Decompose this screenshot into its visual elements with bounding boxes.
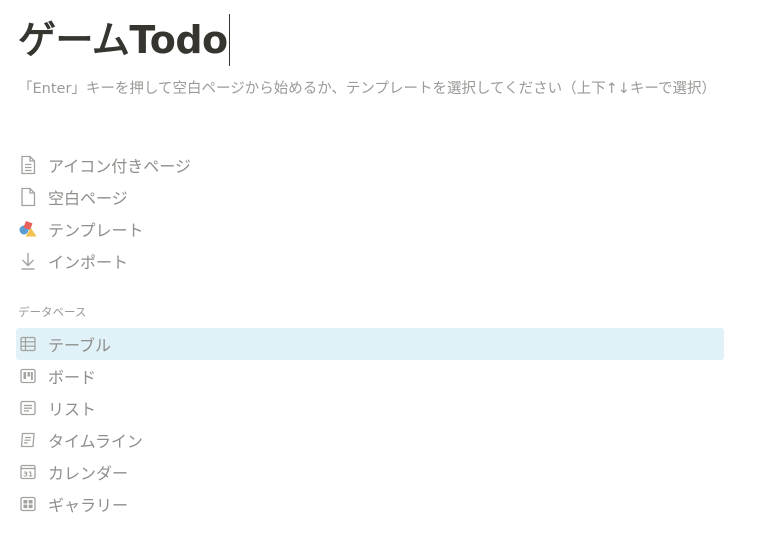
database-option-label: リスト	[48, 400, 97, 419]
option-empty-page[interactable]: 空白ページ	[16, 181, 724, 213]
calendar-icon: 31	[16, 460, 40, 484]
template-icon	[16, 217, 40, 241]
text-cursor	[228, 14, 230, 66]
database-option-label: タイムライン	[48, 432, 143, 451]
database-option-timeline[interactable]: タイムライン	[16, 424, 724, 456]
option-template[interactable]: テンプレート	[16, 213, 724, 245]
option-label: インポート	[48, 253, 129, 272]
database-option-list[interactable]: リスト	[16, 392, 724, 424]
list-icon	[16, 396, 40, 420]
page-title[interactable]: ゲームTodo	[18, 12, 228, 68]
option-label: アイコン付きページ	[48, 157, 191, 176]
option-page-with-icon[interactable]: アイコン付きページ	[16, 149, 724, 181]
database-option-calendar[interactable]: 31 カレンダー	[16, 456, 724, 488]
option-label: テンプレート	[48, 221, 144, 240]
database-option-label: カレンダー	[48, 464, 129, 483]
svg-text:31: 31	[23, 471, 33, 479]
database-option-table[interactable]: テーブル	[16, 328, 724, 360]
database-option-label: ボード	[48, 368, 97, 387]
empty-page-icon	[16, 185, 40, 209]
database-option-board[interactable]: ボード	[16, 360, 724, 392]
title-row[interactable]: ゲームTodo	[18, 12, 230, 68]
database-option-gallery[interactable]: ギャラリー	[16, 488, 724, 520]
database-option-label: ギャラリー	[48, 496, 129, 515]
table-icon	[16, 332, 40, 356]
database-option-label: テーブル	[48, 336, 112, 355]
timeline-icon	[16, 428, 40, 452]
database-section-heading: データベース	[18, 305, 87, 319]
import-arrow-icon	[16, 249, 40, 273]
board-icon	[16, 364, 40, 388]
option-label: 空白ページ	[48, 189, 128, 208]
empty-page-hint: 「Enter」キーを押して空白ページから始めるか、テンプレートを選択してください…	[18, 81, 717, 97]
gallery-icon	[16, 492, 40, 516]
page-with-text-icon	[16, 153, 40, 177]
option-import[interactable]: インポート	[16, 245, 724, 277]
